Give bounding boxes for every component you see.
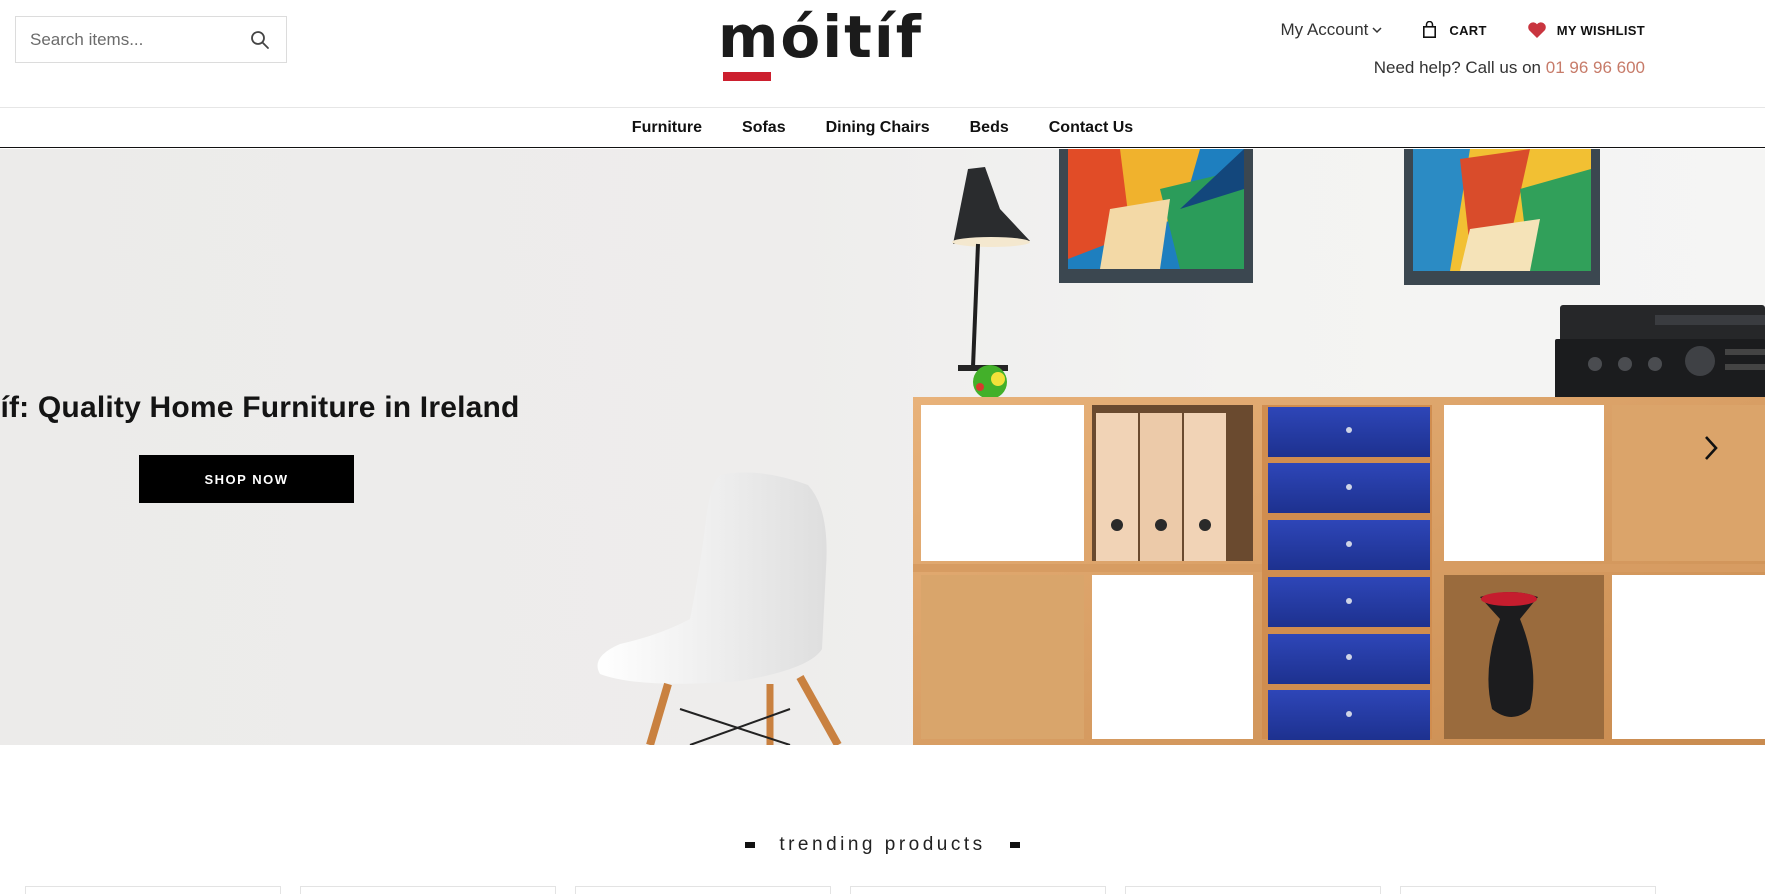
hero-image (597, 149, 1765, 745)
product-card[interactable] (300, 886, 556, 894)
search-input[interactable] (16, 17, 246, 62)
stereo (1555, 305, 1765, 399)
heart-icon (1527, 22, 1546, 38)
wishlist-link[interactable]: MY WISHLIST (1527, 21, 1645, 39)
logo-accent-bar (723, 72, 771, 81)
white-chair (597, 472, 842, 745)
product-card[interactable] (1125, 886, 1381, 894)
wishlist-label: MY WISHLIST (1556, 22, 1645, 38)
heading-dash-right (1009, 842, 1020, 848)
chevron-down-icon (1372, 27, 1382, 34)
painting-right (1404, 149, 1600, 285)
cart-link[interactable]: CART (1422, 21, 1486, 39)
painting-left (1059, 149, 1253, 283)
trending-title: trending products (779, 834, 986, 855)
hero-title: Móitíf: Quality Home Furniture in Irelan… (0, 391, 520, 424)
heading-dash-left (745, 842, 756, 848)
search-icon (251, 30, 269, 49)
chevron-right-icon (1705, 436, 1718, 460)
my-account-dropdown[interactable]: My Account (1281, 20, 1383, 40)
site-logo[interactable]: móitíf (718, 8, 928, 84)
nav-item-sofas[interactable]: Sofas (742, 119, 786, 137)
nav-item-dining-chairs[interactable]: Dining Chairs (826, 119, 930, 137)
main-nav: Furniture Sofas Dining Chairs Beds Conta… (0, 108, 1765, 148)
nav-item-contact-us[interactable]: Contact Us (1049, 119, 1133, 137)
header-utility-links: My Account CART MY WISHLIST (1281, 18, 1645, 42)
search-box (15, 16, 287, 63)
cart-label: CART (1449, 22, 1487, 38)
product-card[interactable] (850, 886, 1106, 894)
green-ornament (973, 365, 1007, 399)
shop-now-button[interactable]: SHOP NOW (139, 455, 354, 503)
storage-cabinet (913, 397, 1765, 745)
help-line: Need help? Call us on 01 96 96 600 (1374, 58, 1645, 78)
trending-heading: trending products (0, 834, 1765, 856)
phone-link[interactable]: 01 96 96 600 (1546, 58, 1645, 77)
nav-item-beds[interactable]: Beds (970, 119, 1009, 137)
help-text: Need help? Call us on (1373, 58, 1546, 77)
search-button[interactable] (234, 17, 286, 62)
hero-slider: Móitíf: Quality Home Furniture in Irelan… (0, 149, 1765, 745)
my-account-label: My Account (1280, 20, 1369, 39)
logo-wordmark: móitíf (718, 3, 924, 71)
nav-item-furniture[interactable]: Furniture (632, 119, 702, 137)
product-card[interactable] (1400, 886, 1656, 894)
slider-next-button[interactable] (1695, 432, 1727, 464)
shopping-bag-icon (1423, 21, 1437, 38)
site-header: móitíf My Account CART MY WISHLIST Need … (0, 0, 1765, 108)
product-card[interactable] (25, 886, 281, 894)
desk-lamp (952, 167, 1030, 371)
product-grid (0, 886, 1765, 894)
product-card[interactable] (575, 886, 831, 894)
